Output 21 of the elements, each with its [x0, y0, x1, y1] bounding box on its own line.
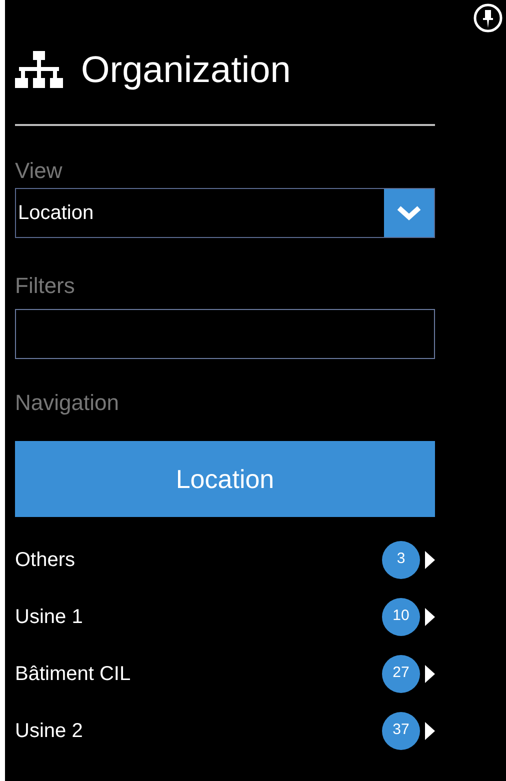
chevron-down-icon: [397, 205, 421, 221]
panel-title: Organization: [81, 48, 291, 92]
count-badge: 37: [382, 712, 420, 750]
navigation-item[interactable]: Bâtiment CIL: [15, 658, 382, 688]
view-label: View: [15, 157, 64, 185]
hierarchy-icon: [15, 51, 63, 89]
navigation-item[interactable]: Usine 1: [15, 602, 382, 632]
caret-right-icon[interactable]: [425, 550, 435, 568]
count-badge: 27: [382, 654, 420, 692]
count-badge: 10: [382, 598, 420, 636]
navigation-item[interactable]: Others: [15, 544, 382, 574]
view-select[interactable]: Location: [15, 188, 435, 238]
pin-icon[interactable]: [473, 3, 503, 33]
navigation-label: Navigation: [15, 389, 120, 417]
caret-right-icon[interactable]: [425, 664, 435, 682]
navigation-item[interactable]: Usine 2: [15, 716, 382, 746]
count-badge: 3: [382, 540, 420, 578]
caret-right-icon[interactable]: [425, 722, 435, 740]
filters-field[interactable]: [15, 309, 435, 359]
caret-right-icon[interactable]: [425, 608, 435, 626]
filters-label: Filters: [15, 272, 76, 300]
